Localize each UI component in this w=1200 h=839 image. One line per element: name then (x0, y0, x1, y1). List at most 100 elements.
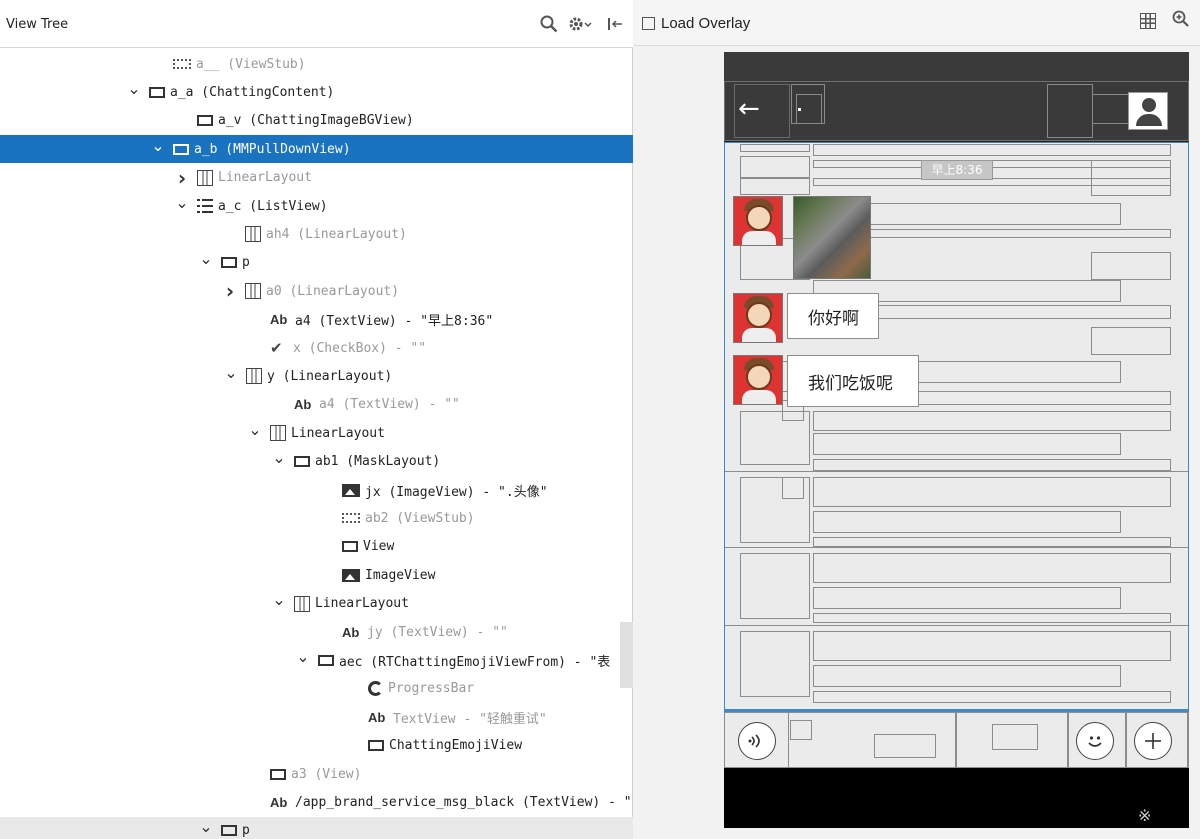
tree-row-label: a__ (ViewStub) (196, 56, 306, 72)
view-tree-title: View Tree (6, 17, 69, 32)
tree-row-label: /app_brand_service_msg_black (TextView) … (295, 794, 632, 810)
view-tree-panel: View Tree a__ (ViewStub) ⌄ a_a (ChattingCo… (0, 0, 633, 839)
tree-row[interactable]: ⌄ LinearLayout (0, 419, 633, 447)
voice-input-button[interactable] (738, 722, 776, 760)
tree-row[interactable]: ✔ x (CheckBox) - "" (0, 334, 633, 362)
grid-icon[interactable] (1140, 13, 1156, 29)
tree-row[interactable]: Ab/app_brand_service_msg_black (TextView… (0, 788, 633, 816)
collapse-chevron-icon[interactable]: › (223, 279, 237, 303)
tree-row-label: LinearLayout (315, 596, 409, 612)
add-more-button[interactable] (1134, 722, 1172, 760)
tree-row[interactable]: ⌄ y (LinearLayout) (0, 362, 633, 390)
tree-row-label: ah4 (LinearLayout) (266, 226, 407, 242)
linear-layout-icon (246, 368, 262, 385)
tree-row[interactable]: ah4 (LinearLayout) (0, 220, 633, 248)
expand-chevron-icon[interactable]: ⌄ (224, 363, 238, 382)
collapse-chevron-icon[interactable]: › (175, 166, 189, 190)
tree-row[interactable]: a3 (View) (0, 760, 633, 788)
frame-layout-icon (318, 654, 334, 666)
tree-row[interactable]: a_v (ChattingImageBGView) (0, 107, 633, 135)
tree-row[interactable]: ImageView (0, 561, 633, 589)
text-view-icon: Ab (270, 312, 288, 328)
tree-row[interactable]: ⌄ a_a (ChattingContent) (0, 78, 633, 106)
tree-row-label: View (363, 539, 395, 555)
avatar[interactable] (733, 355, 783, 405)
expand-chevron-icon[interactable]: ⌄ (272, 448, 286, 467)
tree-row[interactable]: Ab a4 (TextView) - "早上8:36" (0, 306, 633, 334)
image-message[interactable] (793, 196, 871, 279)
tree-row-label: p (242, 823, 250, 839)
linear-layout-icon (270, 425, 286, 442)
tree-row[interactable]: Ab TextView - "轻触重试" (0, 703, 633, 731)
tree-row[interactable]: › LinearLayout (0, 164, 633, 192)
frame-layout-icon (149, 86, 165, 98)
list-view-icon (197, 199, 213, 213)
frame-layout-icon (173, 143, 189, 155)
tree-row[interactable]: ⌄ LinearLayout (0, 590, 633, 618)
tree-row[interactable]: ⌄ p (0, 816, 633, 839)
tree-row[interactable]: ab2 (ViewStub) (0, 504, 633, 532)
expand-chevron-icon[interactable]: ⌄ (127, 79, 141, 98)
tree-row-label: ab1 (MaskLayout) (315, 454, 441, 470)
tree-row[interactable]: ⌄ p (0, 249, 633, 277)
expand-chevron-icon[interactable]: ⌄ (296, 647, 310, 666)
tree-row-label: x (CheckBox) - "" (293, 340, 427, 356)
tree-row-label: a4 (TextView) - "" (319, 397, 460, 413)
tree-row[interactable]: Ab jy (TextView) - "" (0, 618, 633, 646)
view-tree-header: View Tree (0, 0, 633, 48)
load-overlay-button[interactable]: Load Overlay (642, 12, 750, 34)
tree-row[interactable]: Ab a4 (TextView) - "" (0, 391, 633, 419)
linear-layout-icon (245, 226, 261, 243)
tree-row[interactable]: View (0, 533, 633, 561)
tree-row-label: a_c (ListView) (218, 198, 328, 214)
expand-chevron-icon[interactable]: ⌄ (272, 590, 286, 609)
tree-row[interactable]: ⌄ aec (RTChattingEmojiViewFrom) - "表 (0, 646, 633, 674)
tree-row[interactable]: ProgressBar (0, 675, 633, 703)
tree-row-label: LinearLayout (291, 425, 385, 441)
frame-layout-icon (197, 115, 213, 127)
action-bar: ← (724, 80, 1189, 142)
tree-row-label: a4 (TextView) - "早上8:36" (295, 314, 494, 330)
tree-row[interactable]: a__ (ViewStub) (0, 50, 633, 78)
chat-list-overlay: 早上8:36 你好啊 我们吃饭呢 (724, 142, 1189, 710)
load-overlay-label: Load Overlay (661, 14, 751, 32)
tree-row-label: jx (ImageView) - ".头像" (365, 484, 548, 500)
expand-chevron-icon[interactable]: ⌄ (175, 193, 189, 212)
tree-row-label: a0 (LinearLayout) (266, 283, 400, 299)
tree-row-label: jy (TextView) - "" (367, 624, 508, 640)
expand-chevron-icon[interactable]: ⌄ (199, 249, 213, 268)
message-bubble[interactable]: 我们吃饭呢 (787, 355, 919, 407)
tree-row-label: a3 (View) (291, 766, 362, 782)
tree-row-label: TextView - "轻触重试" (393, 711, 547, 727)
emoji-button[interactable] (1076, 722, 1114, 760)
tree-row[interactable]: ChattingEmojiView (0, 732, 633, 760)
gear-icon[interactable] (568, 14, 592, 34)
tree-row[interactable]: ⌄ ab1 (MaskLayout) (0, 448, 633, 476)
text-view-icon: Ab (368, 709, 386, 725)
input-bar (724, 710, 1189, 768)
search-icon[interactable] (540, 14, 558, 34)
text-view-icon: Ab (270, 794, 288, 810)
progress-bar-icon (368, 681, 383, 697)
collapse-icon[interactable] (606, 14, 624, 34)
message-bubble[interactable]: 你好啊 (787, 293, 879, 339)
zoom-in-icon[interactable] (1172, 10, 1190, 33)
time-label: 早上8:36 (921, 160, 993, 180)
avatar[interactable] (733, 293, 783, 343)
expand-chevron-icon[interactable]: ⌄ (199, 817, 213, 836)
expand-chevron-icon[interactable]: ⌄ (151, 136, 165, 155)
tree-row[interactable]: › a0 (LinearLayout) (0, 277, 633, 305)
tree-row[interactable]: jx (ImageView) - ".头像" (0, 476, 633, 504)
back-arrow-icon[interactable]: ← (738, 94, 760, 124)
frame-layout-icon (270, 768, 286, 780)
splitter-handle[interactable] (620, 622, 633, 688)
tree-row-label: a_a (ChattingContent) (170, 84, 335, 100)
tree-row-label: ProgressBar (388, 681, 475, 697)
expand-chevron-icon[interactable]: ⌄ (248, 420, 262, 439)
user-profile-icon[interactable] (1128, 92, 1168, 130)
image-view-icon (342, 483, 360, 497)
tree-row[interactable]: ⌄ a_c (ListView) (0, 192, 633, 220)
avatar[interactable] (733, 196, 783, 246)
tree-row[interactable]: ⌄ a_b (MMPullDownView) (0, 135, 633, 164)
view-stub-icon (342, 513, 360, 524)
